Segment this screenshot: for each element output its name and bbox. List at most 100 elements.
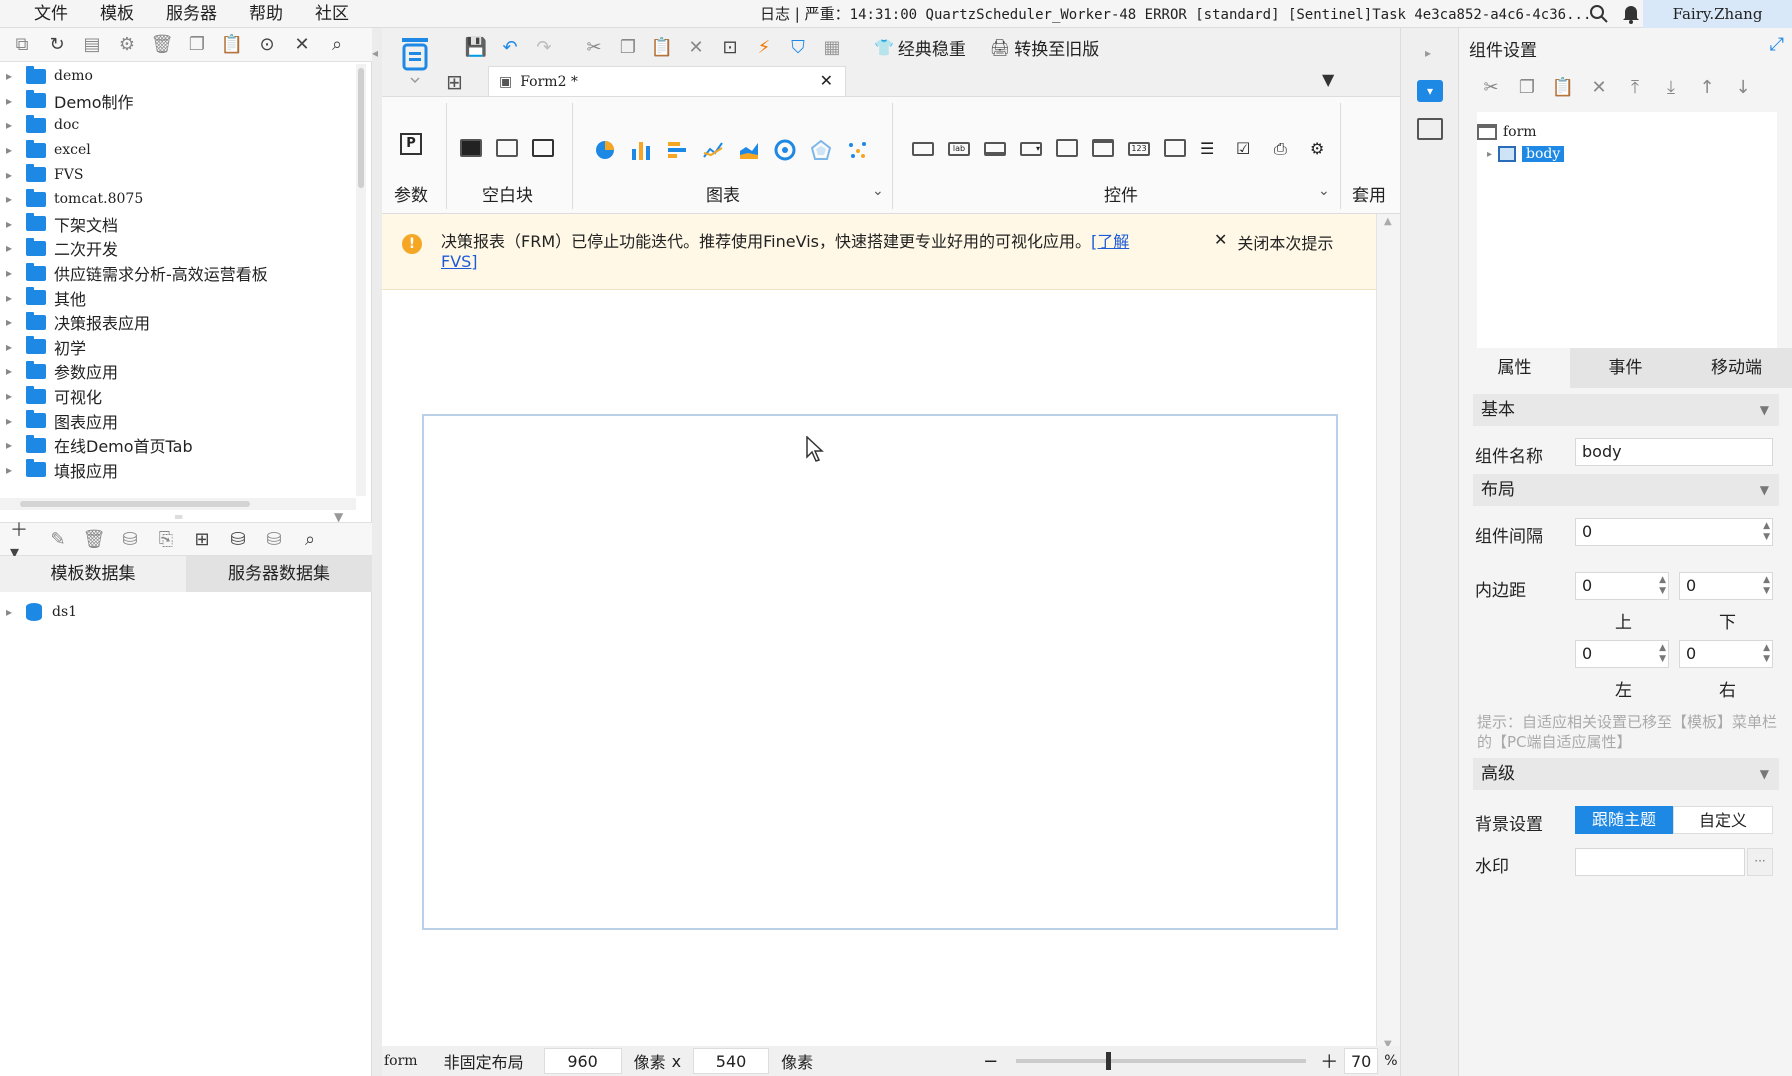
log-bar[interactable]: 日志 | 严重：14:31:00 QuartzScheduler_Worker-… (760, 0, 1591, 28)
stepper-icon[interactable]: ▲ ▼ (1763, 521, 1770, 543)
scroll-up-icon[interactable]: ▲ (1384, 216, 1392, 227)
cut-icon[interactable]: ✂ (582, 35, 606, 59)
expand-arrow-icon[interactable]: ▸ (6, 266, 26, 280)
textarea-widget-icon[interactable] (1164, 139, 1188, 161)
expand-arrow-icon[interactable]: ▸ (6, 241, 26, 255)
pin-panel-icon[interactable]: ⤢ (1770, 34, 1784, 55)
cut-icon[interactable]: ✂ (1479, 75, 1503, 99)
collapse-icon[interactable]: ✕ (290, 33, 314, 57)
tree-folder-item[interactable]: ▸ 参数应用 (0, 359, 356, 384)
tree-horizontal-scrollbar[interactable] (0, 498, 356, 510)
tree-folder-item[interactable]: ▸ 其他 (0, 285, 356, 310)
paste-icon[interactable]: 📋 (650, 35, 674, 59)
tree-folder-item[interactable]: ▸ 可视化 (0, 384, 356, 409)
tab-template-dataset[interactable]: 模板数据集 (0, 556, 186, 592)
radio-widget-icon[interactable]: ☰ (1200, 139, 1224, 161)
copy-icon[interactable]: ❐ (1515, 75, 1539, 99)
horizontal-bar-icon[interactable] (666, 139, 690, 161)
close-notice-button[interactable]: ✕ 关闭本次提示 (1214, 230, 1333, 254)
button-widget-icon[interactable] (912, 139, 936, 161)
tab-server-dataset[interactable]: 服务器数据集 (186, 556, 372, 592)
tab-properties[interactable]: 属性 (1459, 348, 1570, 388)
tree-folder-item[interactable]: ▸ 供应链需求分析-高效运营看板 (0, 261, 356, 286)
section-basic[interactable]: 基本 ▼ (1473, 394, 1779, 426)
server-dataset-icon[interactable]: ⛁ (226, 527, 250, 551)
tab-block-icon[interactable] (496, 139, 520, 161)
grid-view-icon[interactable]: ⊞ (446, 70, 463, 94)
new-folder-icon[interactable]: ⧉ (10, 33, 34, 57)
undo-icon[interactable]: ↶ (498, 35, 522, 59)
collapse-left-icon[interactable]: ◂ (372, 46, 378, 60)
stepper-icon[interactable]: ▲ ▼ (1659, 575, 1666, 597)
copy-icon[interactable]: ❐ (616, 35, 640, 59)
date-widget-icon[interactable] (1092, 139, 1116, 161)
ribbon-group-apply[interactable]: 套用 (1352, 181, 1386, 206)
tree-folder-item[interactable]: ▸ 决策报表应用 (0, 310, 356, 335)
text-widget-icon[interactable] (984, 139, 1008, 161)
gauge-chart-icon[interactable] (774, 139, 798, 161)
tree-folder-item[interactable]: ▸ 初学 (0, 335, 356, 360)
padding-top-input[interactable]: 0 ▲ ▼ (1575, 572, 1669, 600)
pie-chart-icon[interactable] (594, 139, 618, 161)
zoom-out-icon[interactable]: − (983, 1051, 998, 1072)
tree-folder-item[interactable]: ▸ doc (0, 113, 356, 138)
locate-icon[interactable]: ⊙ (255, 33, 279, 57)
combo-widget-icon[interactable]: ▾ (1020, 139, 1044, 161)
add-dataset-icon[interactable]: ＋▾ (10, 520, 34, 563)
settings-icon[interactable]: ⚙ (115, 33, 139, 57)
tree-folder-item[interactable]: ▸ 图表应用 (0, 408, 356, 433)
parameter-icon[interactable]: P (400, 133, 422, 155)
stepper-icon[interactable]: ▲ ▼ (1763, 575, 1770, 597)
area-chart-icon[interactable] (738, 139, 762, 161)
chart-expand-icon[interactable]: ⌄ (872, 183, 884, 199)
log-label[interactable]: 日志 (760, 5, 790, 23)
expand-arrow-icon[interactable]: ▸ (6, 143, 26, 157)
width-input[interactable]: 960 (543, 1048, 622, 1074)
component-settings-icon[interactable]: ▾ (1417, 80, 1443, 102)
zoom-in-icon[interactable]: ＋ (1320, 1048, 1338, 1074)
tree-folder-item[interactable]: ▸ Demo制作 (0, 89, 356, 114)
tab-mobile[interactable]: 移动端 (1681, 348, 1792, 388)
menu-community[interactable]: 社区 (299, 0, 365, 28)
menu-help[interactable]: 帮助 (233, 0, 299, 28)
section-layout[interactable]: 布局 ▼ (1473, 474, 1779, 506)
query-dataset-icon[interactable]: ⊞ (190, 527, 214, 551)
template-preview-icon[interactable]: ⊡ (718, 35, 742, 59)
edit-dataset-icon[interactable]: ✎ (46, 527, 70, 551)
database-icon[interactable]: ⛁ (118, 527, 142, 551)
tree-folder-item[interactable]: ▸ 在线Demo首页Tab (0, 433, 356, 458)
menu-server[interactable]: 服务器 (150, 0, 233, 28)
label-widget-icon[interactable]: lab (948, 139, 972, 161)
expand-arrow-icon[interactable]: ▸ (6, 94, 26, 108)
search-icon[interactable] (1588, 3, 1610, 29)
dataset-item[interactable]: ▸ ds1 (0, 600, 372, 625)
template-list-icon[interactable]: ▤ (80, 33, 104, 57)
zoom-slider-handle[interactable] (1106, 1052, 1112, 1070)
watermark-input[interactable] (1575, 848, 1745, 876)
tree-folder-item[interactable]: ▸ 填报应用 (0, 458, 356, 483)
expand-arrow-icon[interactable]: ▸ (6, 340, 26, 354)
component-name-input[interactable]: body (1575, 438, 1773, 466)
move-top-icon[interactable]: ⤒ (1623, 75, 1647, 99)
preview-dataset-icon[interactable]: ⎘ (154, 527, 178, 551)
padding-bottom-input[interactable]: 0 ▲ ▼ (1679, 572, 1773, 600)
move-down-icon[interactable]: ↓ (1731, 75, 1755, 99)
line-chart-icon[interactable] (702, 139, 726, 161)
tree-folder-item[interactable]: ▸ 下架文档 (0, 212, 356, 237)
padding-left-input[interactable]: 0 ▲ ▼ (1575, 640, 1669, 668)
tree-folder-item[interactable]: ▸ tomcat.8075 (0, 187, 356, 212)
split-block-icon[interactable] (532, 139, 556, 161)
expand-arrow-icon[interactable]: ▸ (6, 315, 26, 329)
save-icon[interactable]: 💾 (464, 35, 488, 59)
number-widget-icon[interactable]: 123 (1128, 139, 1152, 161)
checkbox-widget-icon[interactable]: ☑ (1236, 139, 1260, 161)
absolute-block-icon[interactable] (460, 139, 484, 161)
more-options-icon[interactable]: ··· (1747, 848, 1773, 876)
grid-icon[interactable]: ▦ (820, 35, 844, 59)
move-up-icon[interactable]: ↑ (1695, 75, 1719, 99)
zoom-slider[interactable] (1016, 1052, 1307, 1070)
dataset-search-icon[interactable]: ⌕ (298, 527, 322, 551)
height-input[interactable]: 540 (693, 1048, 770, 1074)
preview-widget-icon[interactable]: ⎙ (1274, 139, 1298, 161)
user-button[interactable]: Fairy.Zhang (1643, 0, 1792, 28)
